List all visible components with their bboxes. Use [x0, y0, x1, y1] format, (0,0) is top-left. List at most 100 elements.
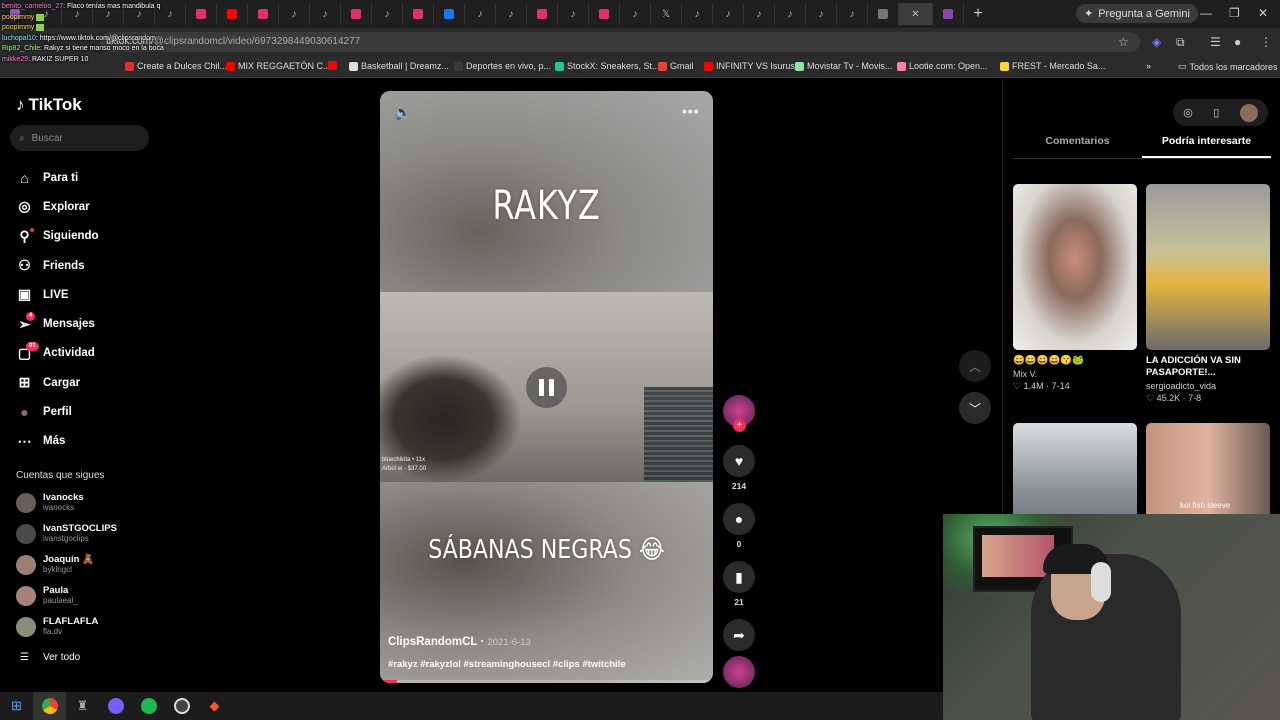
obs-icon[interactable]: [165, 692, 198, 720]
share-icon[interactable]: ➦: [723, 619, 755, 651]
heart-icon[interactable]: ♥: [723, 445, 755, 477]
followed-account[interactable]: FLAFLAFLA fla.dv: [16, 615, 98, 639]
user-avatar[interactable]: [1239, 103, 1258, 122]
browser-tab[interactable]: ♪: [465, 3, 496, 25]
see-all-button[interactable]: ☰ Ver todo: [20, 652, 80, 663]
nav-mensajes[interactable]: ➢ 4 Mensajes: [16, 309, 166, 338]
minimize-icon[interactable]: —: [1200, 6, 1212, 20]
kebab-menu-icon[interactable]: ⋮: [1260, 35, 1272, 49]
browser-tab[interactable]: [527, 3, 558, 25]
browser-tab[interactable]: ♪: [837, 3, 868, 25]
nav-friends[interactable]: ⚇ Friends: [16, 251, 166, 280]
app-icon[interactable]: [99, 692, 132, 720]
browser-tab[interactable]: ♪: [372, 3, 403, 25]
followed-account[interactable]: Paula paulaeal_: [16, 584, 78, 608]
creator-avatar[interactable]: +: [723, 395, 755, 432]
comment-action[interactable]: ● 0: [721, 503, 757, 549]
windows-start-icon[interactable]: ⊞: [0, 692, 33, 720]
bookmark-item[interactable]: Movistar Tv - Movis...: [795, 61, 892, 71]
browser-tab[interactable]: ♪: [279, 3, 310, 25]
maximize-icon[interactable]: ❐: [1229, 6, 1240, 20]
media-icon[interactable]: ☰: [1210, 35, 1221, 49]
browser-tab[interactable]: ♪: [496, 3, 527, 25]
all-bookmarks-button[interactable]: ▭ Todos los marcadores: [1178, 61, 1278, 72]
bookmark-item[interactable]: Gmail: [658, 61, 694, 71]
bookmark-item[interactable]: FREST - Mercado Sa...: [1000, 61, 1105, 71]
new-tab-button[interactable]: +: [964, 5, 992, 23]
comment-icon[interactable]: ●: [723, 503, 755, 535]
star-icon[interactable]: ☆: [1118, 35, 1129, 49]
nav-siguiendo[interactable]: ⚲ Siguiendo: [16, 222, 166, 251]
browser-tab[interactable]: ♪: [558, 3, 589, 25]
browser-tab-active[interactable]: ✕: [899, 3, 933, 25]
window-close-icon[interactable]: ✕: [1258, 6, 1268, 20]
video-thumbnail[interactable]: [1146, 184, 1270, 350]
nav-para-ti[interactable]: ⌂ Para ti: [16, 163, 166, 192]
nav-perfil[interactable]: ● Perfil: [16, 397, 166, 426]
gemini-button[interactable]: ✦ Pregunta a Gemini: [1076, 4, 1198, 23]
device-icon[interactable]: ▯: [1213, 106, 1219, 119]
video-progress-bar[interactable]: [380, 680, 713, 683]
browser-tab[interactable]: ♪: [310, 3, 341, 25]
close-icon[interactable]: ✕: [911, 9, 919, 20]
browser-tab[interactable]: ♪: [744, 3, 775, 25]
extension-icon[interactable]: ◈: [1152, 35, 1161, 49]
followed-account[interactable]: Ivanocks ivanocks: [16, 491, 84, 515]
browser-tab[interactable]: ♪: [620, 3, 651, 25]
bookmark-item[interactable]: [328, 61, 337, 70]
app-icon[interactable]: ♜: [66, 692, 99, 720]
browser-tab[interactable]: [186, 3, 217, 25]
browser-tab[interactable]: [434, 3, 465, 25]
tiktok-logo[interactable]: ♪ TikTok: [16, 95, 82, 115]
more-options-icon[interactable]: •••: [682, 103, 700, 119]
followed-account[interactable]: IvanSTGOCLIPS ivanstgoclips: [16, 522, 117, 546]
nav-cargar[interactable]: ⊞ Cargar: [16, 368, 166, 397]
pause-button[interactable]: [526, 367, 567, 408]
nav-explorar[interactable]: ◎ Explorar: [16, 192, 166, 221]
save-action[interactable]: ▮ 21: [721, 561, 757, 607]
tab-podria-interesarte[interactable]: Podría interesarte: [1142, 135, 1271, 158]
tab-comentarios[interactable]: Comentarios: [1013, 135, 1142, 158]
followed-account[interactable]: Joaquín 🧸 byklngcl: [16, 553, 94, 577]
suggested-video-card[interactable]: 😄😄😄😄😗🐸 Mix V. ♡ 1.4M · 7-14: [1013, 184, 1137, 392]
browser-tab[interactable]: ♪: [682, 3, 713, 25]
bookmark-item[interactable]: Deportes en vivo, p...: [454, 61, 551, 71]
brave-icon[interactable]: ◆: [198, 692, 231, 720]
bookmarks-overflow-icon[interactable]: »: [1146, 61, 1151, 71]
next-video-button[interactable]: ﹀: [959, 392, 991, 424]
compass-icon[interactable]: ◎: [1183, 106, 1193, 119]
browser-tab[interactable]: [248, 3, 279, 25]
profile-avatar-icon[interactable]: ●: [1234, 35, 1241, 49]
browser-tab[interactable]: [217, 3, 248, 25]
browser-tab[interactable]: [933, 3, 964, 25]
volume-icon[interactable]: 🔈: [394, 104, 411, 121]
puzzle-icon[interactable]: ⧉: [1176, 35, 1185, 50]
url-field[interactable]: tiktok.com/@clipsrandomcl/video/69732984…: [100, 32, 1140, 52]
spotify-icon[interactable]: [132, 692, 165, 720]
like-action[interactable]: ♥ 214: [721, 445, 757, 491]
video-hashtags[interactable]: #rakyz #rakyzlol #streaminghousecl #clip…: [388, 659, 626, 670]
nav-mas[interactable]: ⋯ Más: [16, 427, 166, 456]
search-input[interactable]: ⌕ Buscar: [10, 125, 149, 151]
bookmark-item[interactable]: StockX: Sneakers, St...: [555, 61, 660, 71]
previous-video-button[interactable]: ︿: [959, 350, 991, 382]
browser-tab[interactable]: [341, 3, 372, 25]
browser-tab[interactable]: 𝕏: [651, 3, 682, 25]
bookmark-item[interactable]: Lootie.com: Open...: [897, 61, 988, 71]
browser-tab[interactable]: ♪: [713, 3, 744, 25]
browser-tab[interactable]: ♪: [806, 3, 837, 25]
next-creator-avatar[interactable]: [723, 656, 755, 688]
video-author[interactable]: ClipsRandomCL · 2021-6-13: [388, 636, 531, 648]
bookmark-item[interactable]: INFINITY VS Isurus: [704, 61, 795, 71]
video-player[interactable]: RAKYZ SÁBANAS NEGRAS 😂 bluechikita • 11x…: [380, 91, 713, 683]
bookmark-item[interactable]: Basketball | Dreamz...: [349, 61, 449, 71]
browser-tab[interactable]: [403, 3, 434, 25]
follow-plus-icon[interactable]: +: [733, 419, 746, 432]
chrome-icon[interactable]: [33, 692, 66, 720]
suggested-video-card[interactable]: LA ADICCIÓN VA SIN PASAPORTE!... sergioa…: [1146, 184, 1270, 404]
bookmark-icon[interactable]: ▮: [723, 561, 755, 593]
video-thumbnail[interactable]: [1013, 184, 1137, 350]
nav-live[interactable]: ▣ LIVE: [16, 280, 166, 309]
browser-tab[interactable]: [589, 3, 620, 25]
nav-actividad[interactable]: ▢ 91 Actividad: [16, 339, 166, 368]
